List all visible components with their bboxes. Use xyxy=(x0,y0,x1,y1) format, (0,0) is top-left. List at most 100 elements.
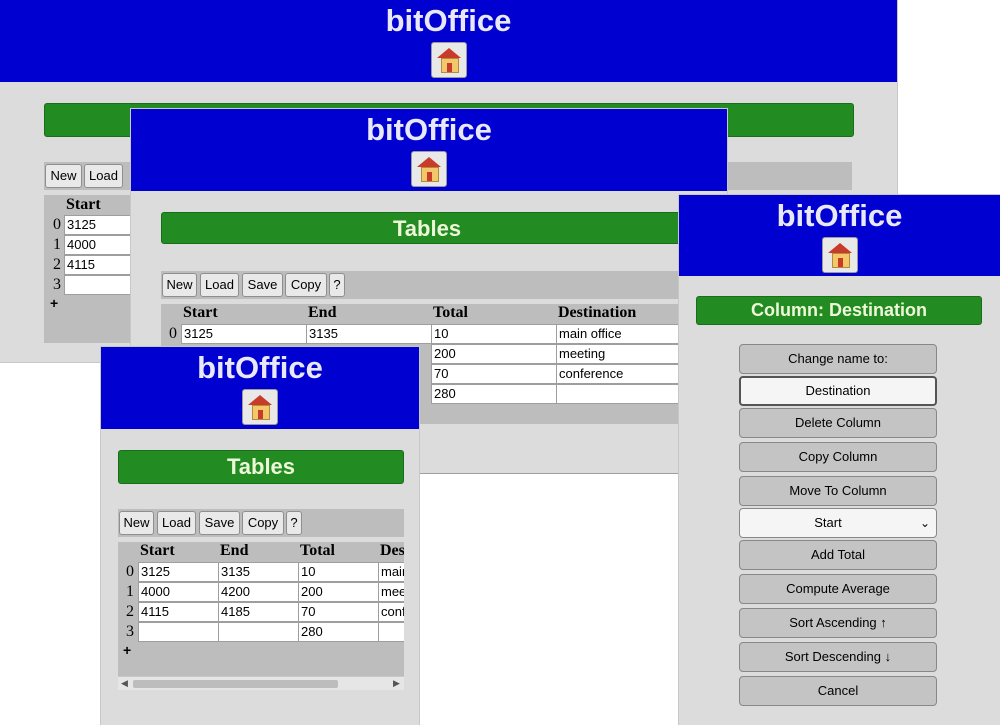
table-cell[interactable]: 10 xyxy=(298,562,379,582)
save-button[interactable]: Save xyxy=(199,511,240,535)
table-cell[interactable]: 70 xyxy=(298,602,379,622)
compute-average-button[interactable]: Compute Average xyxy=(739,574,937,604)
blank-area xyxy=(419,474,679,725)
move-target-select[interactable]: Start ⌄ xyxy=(739,508,937,538)
help-button[interactable]: ? xyxy=(329,273,345,297)
sort-descending-button[interactable]: Sort Descending ↓ xyxy=(739,642,937,672)
delete-column-button[interactable]: Delete Column xyxy=(739,408,937,438)
app-title: bitOffice xyxy=(776,198,903,233)
copy-button[interactable]: Copy xyxy=(242,511,284,535)
table-cell[interactable]: 3125 xyxy=(181,324,307,344)
home-button[interactable] xyxy=(242,389,278,425)
table-cell[interactable]: 4185 xyxy=(218,602,299,622)
table-cell[interactable]: conference xyxy=(378,602,404,622)
app-title: bitOffice xyxy=(385,3,512,38)
column-header-start[interactable]: Start xyxy=(66,196,101,214)
home-button[interactable] xyxy=(821,237,858,273)
table-cell[interactable]: 4115 xyxy=(138,602,219,622)
page-title-bar: Tables xyxy=(118,450,404,484)
chevron-down-icon: ⌄ xyxy=(919,516,930,530)
move-to-column-button[interactable]: Move To Column xyxy=(739,476,937,506)
load-button[interactable]: Load xyxy=(157,511,196,535)
table-cell[interactable]: main office xyxy=(378,562,404,582)
column-header-start[interactable]: Start xyxy=(140,542,175,560)
table-cell[interactable]: 3135 xyxy=(306,324,432,344)
app-title: bitOffice xyxy=(197,350,323,385)
app-title: bitOffice xyxy=(366,112,492,147)
toolbar: New Load Save Copy ? xyxy=(118,509,404,537)
copy-button[interactable]: Copy xyxy=(285,273,327,297)
new-button[interactable]: New xyxy=(45,164,82,188)
change-name-label: Change name to: xyxy=(739,344,937,374)
add-row-button[interactable]: + xyxy=(123,642,131,658)
move-target-value: Start xyxy=(814,515,842,530)
sort-ascending-button[interactable]: Sort Ascending ↑ xyxy=(739,608,937,638)
load-button[interactable]: Load xyxy=(200,273,239,297)
row-number: 1 xyxy=(126,583,134,600)
app-header: bitOffice xyxy=(131,109,727,191)
table-cell[interactable]: 4000 xyxy=(64,235,134,255)
table-cell[interactable]: conference xyxy=(556,364,682,384)
row-number: 3 xyxy=(53,276,61,293)
load-button[interactable]: Load xyxy=(84,164,123,188)
scroll-left-icon[interactable]: ◀ xyxy=(121,678,128,689)
table-cell[interactable]: 10 xyxy=(431,324,557,344)
copy-column-button[interactable]: Copy Column xyxy=(739,442,937,472)
table-cell[interactable] xyxy=(378,622,404,642)
table-cell[interactable] xyxy=(218,622,299,642)
table-cell[interactable]: 200 xyxy=(431,344,557,364)
row-number: 0 xyxy=(126,563,134,580)
table-cell[interactable]: meeting xyxy=(556,344,682,364)
add-total-button[interactable]: Add Total xyxy=(739,540,937,570)
table-cell[interactable]: meeting xyxy=(378,582,404,602)
row-number: 1 xyxy=(53,236,61,253)
row-number: 0 xyxy=(169,325,177,342)
page-title-bar: Tables xyxy=(161,212,727,244)
table-cell[interactable]: 3135 xyxy=(218,562,299,582)
column-header-total[interactable]: Total xyxy=(300,542,335,560)
table-cell[interactable]: 3125 xyxy=(64,215,134,235)
window-column-panel: bitOffice Column: Destination Change nam… xyxy=(679,195,1000,725)
table-cell[interactable]: 280 xyxy=(431,384,557,404)
column-header-destination[interactable]: Destination xyxy=(380,542,404,560)
column-header-end[interactable]: End xyxy=(220,542,248,560)
home-button[interactable] xyxy=(411,151,447,187)
panel-title: Column: Destination xyxy=(696,296,982,325)
table-cell[interactable]: 280 xyxy=(298,622,379,642)
new-button[interactable]: New xyxy=(119,511,154,535)
table-cell[interactable]: 3125 xyxy=(138,562,219,582)
column-header-end[interactable]: End xyxy=(308,304,336,322)
table-cell[interactable]: 4200 xyxy=(218,582,299,602)
new-button[interactable]: New xyxy=(162,273,197,297)
table-cell[interactable] xyxy=(138,622,219,642)
column-name-input[interactable]: Destination xyxy=(739,376,937,406)
table-cell[interactable]: 4000 xyxy=(138,582,219,602)
table-cell[interactable]: 4115 xyxy=(64,255,134,275)
toolbar: New Load Save Copy ? xyxy=(161,271,727,299)
row-number: 3 xyxy=(126,623,134,640)
table-cell[interactable]: main office xyxy=(556,324,682,344)
scrollbar-thumb[interactable] xyxy=(133,680,338,688)
scroll-right-icon[interactable]: ▶ xyxy=(393,678,400,689)
home-button[interactable] xyxy=(430,42,467,78)
column-header-start[interactable]: Start xyxy=(183,304,218,322)
table-cell[interactable]: 70 xyxy=(431,364,557,384)
save-button[interactable]: Save xyxy=(242,273,283,297)
help-button[interactable]: ? xyxy=(286,511,302,535)
table-cell[interactable]: 200 xyxy=(298,582,379,602)
table-grid: Start End Total Destination 0 3125 3135 … xyxy=(118,542,404,690)
table-cell[interactable] xyxy=(64,275,134,295)
add-row-button[interactable]: + xyxy=(50,295,58,311)
app-header: bitOffice xyxy=(101,347,419,429)
column-header-destination[interactable]: Destination xyxy=(558,304,636,322)
table-cell[interactable] xyxy=(556,384,682,404)
row-number: 2 xyxy=(126,603,134,620)
app-header: bitOffice xyxy=(679,195,1000,276)
horizontal-scrollbar[interactable]: ◀ ▶ xyxy=(118,676,404,690)
row-number: 0 xyxy=(53,216,61,233)
window-front: bitOffice Tables New Load Save Copy ? St… xyxy=(101,347,419,725)
cancel-button[interactable]: Cancel xyxy=(739,676,937,706)
column-header-total[interactable]: Total xyxy=(433,304,468,322)
row-number: 2 xyxy=(53,256,61,273)
app-header: bitOffice xyxy=(0,0,897,82)
